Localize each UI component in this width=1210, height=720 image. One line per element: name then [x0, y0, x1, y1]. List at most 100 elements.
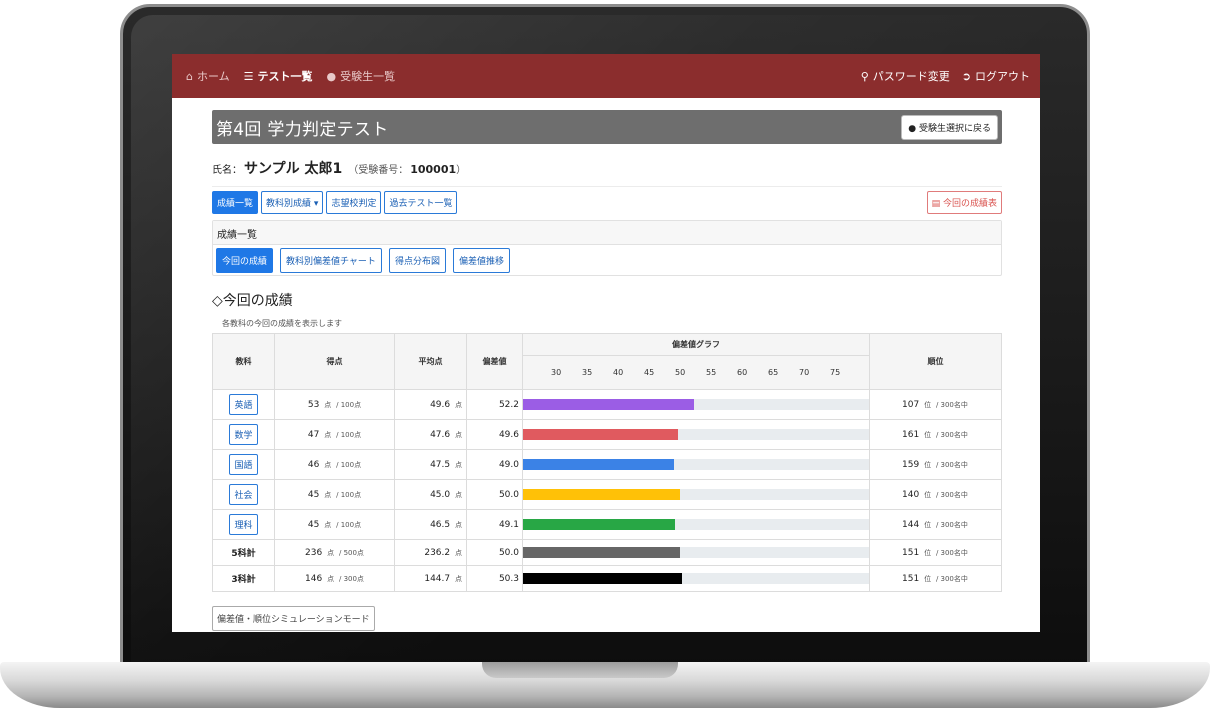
table-row: 理科 45 点 / 100点 46.5 点 49.1 144 位 / 300名中 [212, 509, 1002, 540]
average-unit: 点 [455, 400, 462, 409]
cell-graph [522, 565, 870, 592]
cell-average: 45.0 点 [394, 479, 467, 510]
deviation-bar [523, 429, 678, 440]
cell-average: 236.2 点 [394, 539, 467, 566]
cell-score: 236 点 / 500点 [274, 539, 395, 566]
deviation-value: 49.0 [498, 459, 519, 470]
graph-ticks: 30 35 40 45 50 55 60 65 70 75 [522, 355, 870, 390]
header-subject: 教科 [212, 333, 275, 390]
cell-average: 47.6 点 [394, 419, 467, 450]
cell-score: 45 点 / 100点 [274, 479, 395, 510]
student-info: 氏名： サンプル 太郎1 （受験番号： 100001 ） [212, 158, 1002, 178]
deviation-bar-track [523, 573, 869, 584]
laptop-notch [482, 662, 678, 678]
rank-unit: 位 [924, 548, 932, 557]
pdf-file-icon: ▤ [931, 199, 941, 209]
cell-deviation: 49.1 [466, 509, 523, 540]
cell-subject: 理科 [212, 509, 275, 540]
cell-deviation: 49.0 [466, 449, 523, 480]
header-graph: 偏差値グラフ [522, 333, 870, 356]
nav-home[interactable]: ⌂ ホーム [186, 68, 230, 84]
score-value: 146 [305, 573, 323, 584]
nav-password[interactable]: ⚲ パスワード変更 [861, 68, 950, 84]
nav-tests[interactable]: ☰ テスト一覧 [244, 68, 313, 84]
average-value: 46.5 [430, 519, 451, 530]
score-max: / 100点 [336, 520, 362, 529]
tick-row: 30 35 40 45 50 55 60 65 70 75 [523, 368, 869, 377]
tab-results[interactable]: 成績一覧 [212, 191, 259, 214]
back-to-student-select-button[interactable]: ● 受験生選択に戻る [901, 114, 998, 140]
score-max: / 300点 [338, 574, 364, 583]
cell-deviation: 49.6 [466, 419, 523, 450]
rank-total: / 300名中 [935, 490, 968, 499]
cell-average: 47.5 点 [394, 449, 467, 480]
report-pdf-label: 今回の成績表 [942, 199, 997, 209]
score-max: / 100点 [336, 430, 362, 439]
name-label: 氏名： [212, 165, 242, 176]
rank-unit: 位 [924, 430, 932, 439]
student-name: サンプル 太郎1 [244, 161, 343, 177]
graph-tick-label: 70 [799, 368, 810, 377]
score-unit: 点 [324, 430, 332, 439]
header-average: 平均点 [394, 333, 467, 390]
main-content: 第4回 学力判定テスト ● 受験生選択に戻る 氏名： サンプル 太郎1 （受験番… [212, 110, 1002, 631]
score-max: / 100点 [336, 400, 362, 409]
deviation-bar [523, 459, 674, 470]
table-row: 国語 46 点 / 100点 47.5 点 49.0 159 位 / 300名中 [212, 449, 1002, 480]
average-unit: 点 [455, 574, 462, 583]
graph-tick-label: 35 [582, 368, 593, 377]
table-row: 5科計 236 点 / 500点 236.2 点 50.0 151 位 / 30… [212, 539, 1002, 566]
deviation-bar-track [523, 489, 869, 500]
deviation-bar-track [523, 519, 869, 530]
list-icon: ☰ [243, 69, 254, 83]
subject-button[interactable]: 数学 [229, 424, 258, 445]
deviation-bar-track [523, 547, 869, 558]
tab-school[interactable]: 志望校判定 [326, 191, 382, 214]
nav-home-label: ホーム [196, 70, 230, 83]
section-subtitle: 各教科の今回の成績を表示します [222, 319, 342, 328]
deviation-value: 49.6 [498, 429, 519, 440]
cell-subject: 英語 [212, 389, 275, 420]
deviation-value: 50.3 [498, 573, 519, 584]
cell-subject: 3科計 [212, 565, 275, 592]
subtab-chart[interactable]: 教科別偏差値チャート [280, 247, 382, 273]
user-icon: ● [326, 69, 337, 83]
subject-button[interactable]: 理科 [229, 514, 258, 535]
rank-total: / 300名中 [935, 574, 968, 583]
rank-total: / 300名中 [935, 460, 968, 469]
tab-subjects-dropdown[interactable]: 教科別成績 ▾ [261, 191, 324, 214]
subtab-current[interactable]: 今回の成績 [216, 247, 274, 273]
average-value: 45.0 [430, 489, 451, 500]
nav-logout[interactable]: ➲ ログアウト [962, 68, 1030, 84]
cell-graph [522, 389, 870, 420]
score-value: 53 [307, 399, 320, 410]
simulation-mode-button[interactable]: 偏差値・順位シミュレーションモード [212, 606, 375, 631]
deviation-value: 49.1 [498, 519, 519, 530]
rank-value: 161 [902, 429, 920, 440]
score-unit: 点 [324, 520, 332, 529]
subject-button[interactable]: 国語 [229, 454, 258, 475]
exam-number: 100001 [410, 163, 457, 176]
tab-past-tests[interactable]: 過去テスト一覧 [384, 191, 458, 214]
score-value: 45 [307, 519, 320, 530]
cell-rank: 151 位 / 300名中 [869, 539, 1002, 566]
average-unit: 点 [455, 490, 462, 499]
deviation-bar-track [523, 429, 869, 440]
subtab-trend[interactable]: 偏差値推移 [452, 247, 510, 273]
subject-button[interactable]: 社会 [229, 484, 258, 505]
subtab-distribution[interactable]: 得点分布図 [388, 247, 446, 273]
report-pdf-button[interactable]: ▤ 今回の成績表 [926, 191, 1002, 214]
average-unit: 点 [455, 520, 462, 529]
score-unit: 点 [324, 460, 332, 469]
cell-score: 53 点 / 100点 [274, 389, 395, 420]
score-unit: 点 [327, 548, 335, 557]
score-unit: 点 [324, 490, 332, 499]
tab-subjects-label: 教科別成績 [266, 199, 312, 209]
nav-students[interactable]: ● 受験生一覧 [327, 68, 396, 84]
page-title: 第4回 学力判定テスト [216, 119, 389, 140]
rank-total: / 300名中 [935, 520, 968, 529]
graph-tick-label: 50 [675, 368, 686, 377]
subject-button[interactable]: 英語 [229, 394, 258, 415]
logout-icon: ➲ [961, 69, 971, 83]
results-card: 成績一覧 今回の成績 教科別偏差値チャート 得点分布図 偏差値推移 [212, 220, 1002, 276]
